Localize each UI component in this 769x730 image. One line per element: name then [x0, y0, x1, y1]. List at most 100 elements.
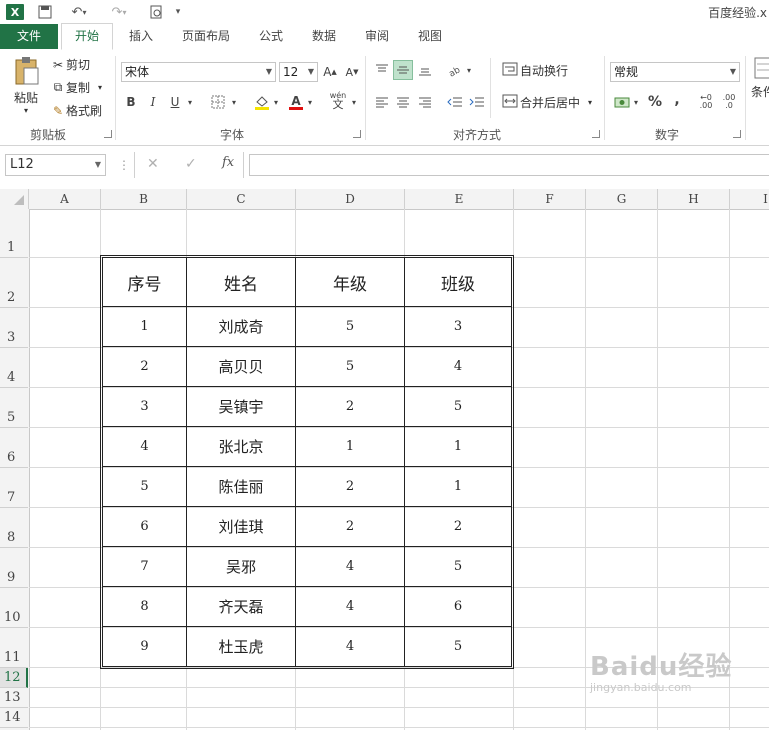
- table-cell[interactable]: 杜玉虎: [187, 627, 295, 666]
- font-launcher-icon[interactable]: [353, 130, 361, 138]
- row-header[interactable]: 7: [0, 468, 28, 508]
- accounting-format-icon[interactable]: [612, 92, 632, 112]
- table-header-cell[interactable]: 班级: [405, 258, 511, 306]
- decrease-indent-icon[interactable]: [445, 92, 465, 112]
- tab-home[interactable]: 开始: [61, 23, 113, 50]
- row-header[interactable]: 14: [0, 708, 28, 728]
- table-cell[interactable]: 5: [405, 387, 511, 426]
- italic-button[interactable]: I: [143, 92, 163, 112]
- chevron-down-icon[interactable]: ▾: [270, 92, 282, 112]
- tab-file[interactable]: 文件: [0, 24, 58, 49]
- table-cell[interactable]: 6: [405, 587, 511, 626]
- undo-icon[interactable]: ↶ ▾: [66, 4, 92, 20]
- row-header[interactable]: 1: [0, 209, 28, 258]
- borders-icon[interactable]: [208, 92, 228, 112]
- redo-icon[interactable]: ↷ ▾: [106, 4, 132, 20]
- table-header-cell[interactable]: 序号: [103, 258, 186, 306]
- table-cell[interactable]: 刘佳琪: [187, 507, 295, 546]
- increase-indent-icon[interactable]: [467, 92, 487, 112]
- table-cell[interactable]: 4: [405, 347, 511, 386]
- table-cell[interactable]: 2: [103, 347, 186, 386]
- chevron-down-icon[interactable]: ▾: [463, 60, 475, 80]
- table-header-cell[interactable]: 年级: [296, 258, 404, 306]
- chevron-down-icon[interactable]: ▾: [348, 92, 360, 112]
- column-header-i[interactable]: I: [730, 189, 769, 209]
- increase-decimal-button[interactable]: ←0.00: [696, 92, 716, 112]
- row-header-selected[interactable]: 12: [0, 668, 28, 688]
- table-cell[interactable]: 吴邪: [187, 547, 295, 586]
- format-painter-button[interactable]: ✎ 格式刷: [50, 102, 102, 119]
- align-bottom-icon[interactable]: [415, 60, 435, 80]
- column-header-f[interactable]: F: [514, 189, 586, 209]
- align-center-icon[interactable]: [393, 92, 413, 112]
- bold-button[interactable]: B: [121, 92, 141, 112]
- table-cell[interactable]: 2: [296, 507, 404, 546]
- table-cell[interactable]: 3: [405, 307, 511, 346]
- select-all-corner[interactable]: [0, 189, 29, 209]
- cut-button[interactable]: ✂ 剪切: [50, 56, 90, 73]
- column-header-d[interactable]: D: [296, 189, 405, 209]
- comma-style-button[interactable]: ,: [667, 90, 687, 110]
- table-cell[interactable]: 1: [405, 427, 511, 466]
- orientation-icon[interactable]: ab: [445, 60, 465, 80]
- column-header-b[interactable]: B: [101, 189, 187, 209]
- table-cell[interactable]: 7: [103, 547, 186, 586]
- shrink-font-icon[interactable]: A ▼: [342, 62, 362, 82]
- table-header-cell[interactable]: 姓名: [187, 258, 295, 306]
- table-cell[interactable]: 5: [405, 627, 511, 666]
- tab-page-layout[interactable]: 页面布局: [174, 24, 238, 49]
- row-header[interactable]: 6: [0, 428, 28, 468]
- merge-center-button[interactable]: 合并后居中 ▾: [500, 94, 592, 111]
- table-cell[interactable]: 1: [405, 467, 511, 506]
- tab-formulas[interactable]: 公式: [251, 24, 291, 49]
- tab-data[interactable]: 数据: [304, 24, 344, 49]
- save-icon[interactable]: [36, 4, 54, 20]
- percent-button[interactable]: %: [645, 92, 665, 112]
- wrap-text-button[interactable]: 自动换行: [500, 62, 568, 79]
- table-cell[interactable]: 5: [296, 347, 404, 386]
- decrease-decimal-button[interactable]: .00.0: [719, 92, 739, 112]
- table-cell[interactable]: 2: [296, 387, 404, 426]
- column-header-a[interactable]: A: [29, 189, 101, 209]
- chevron-down-icon[interactable]: ▾: [630, 92, 642, 112]
- formula-bar-grip-icon[interactable]: ⋮: [118, 158, 130, 172]
- tab-review[interactable]: 审阅: [357, 24, 397, 49]
- table-cell[interactable]: 刘成奇: [187, 307, 295, 346]
- align-middle-icon[interactable]: [393, 60, 413, 80]
- insert-function-icon[interactable]: fx: [222, 155, 234, 170]
- enter-check-icon[interactable]: ✓: [185, 156, 197, 172]
- table-cell[interactable]: 张北京: [187, 427, 295, 466]
- table-cell[interactable]: 8: [103, 587, 186, 626]
- align-left-icon[interactable]: [372, 92, 392, 112]
- row-header[interactable]: 8: [0, 508, 28, 548]
- table-cell[interactable]: 2: [405, 507, 511, 546]
- customize-toolbar-icon[interactable]: ▾: [172, 4, 184, 20]
- table-cell[interactable]: 5: [405, 547, 511, 586]
- tab-insert[interactable]: 插入: [121, 24, 161, 49]
- copy-button[interactable]: ⧉ 复制 ▾: [50, 79, 102, 96]
- row-header[interactable]: 13: [0, 688, 28, 708]
- clipboard-launcher-icon[interactable]: [104, 130, 112, 138]
- table-cell[interactable]: 陈佳丽: [187, 467, 295, 506]
- row-header[interactable]: 3: [0, 308, 28, 348]
- table-cell[interactable]: 2: [296, 467, 404, 506]
- chevron-down-icon[interactable]: ▾: [228, 92, 240, 112]
- font-color-icon[interactable]: A: [286, 92, 306, 112]
- row-header[interactable]: 2: [0, 258, 28, 308]
- table-cell[interactable]: 吴镇宇: [187, 387, 295, 426]
- grow-font-icon[interactable]: A ▲: [320, 62, 340, 82]
- align-top-icon[interactable]: [372, 60, 392, 80]
- chevron-down-icon[interactable]: ▾: [304, 92, 316, 112]
- table-cell[interactable]: 4: [103, 427, 186, 466]
- name-box[interactable]: L12 ▼: [5, 154, 106, 176]
- fill-color-icon[interactable]: [252, 92, 272, 112]
- table-cell[interactable]: 齐天磊: [187, 587, 295, 626]
- table-cell[interactable]: 1: [296, 427, 404, 466]
- cancel-icon[interactable]: ✕: [147, 156, 159, 172]
- column-header-g[interactable]: G: [586, 189, 658, 209]
- number-launcher-icon[interactable]: [733, 130, 741, 138]
- table-cell[interactable]: 3: [103, 387, 186, 426]
- chevron-down-icon[interactable]: ▾: [184, 92, 196, 112]
- paste-button[interactable]: 粘贴 ▾: [8, 56, 44, 122]
- table-cell[interactable]: 5: [103, 467, 186, 506]
